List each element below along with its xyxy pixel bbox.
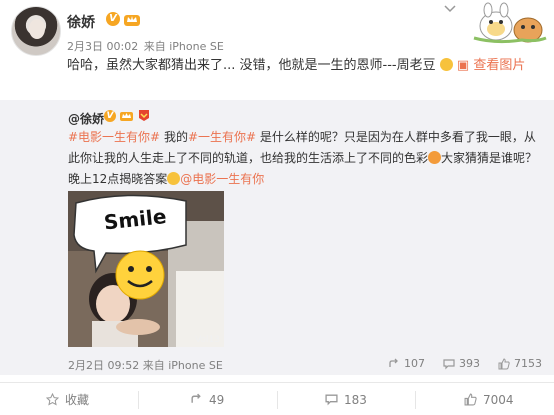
post-source-prefix: 来自: [143, 40, 166, 53]
chevron-down-icon[interactable]: [443, 4, 457, 14]
post-meta: 2月3日 00:02 来自 iPhone SE: [67, 38, 224, 54]
repost-comment-button[interactable]: 393: [443, 357, 480, 370]
forward-icon: [389, 358, 398, 367]
comment-icon: [443, 358, 455, 369]
repost-forward-count: 107: [404, 357, 425, 370]
like-icon: [498, 357, 510, 369]
divider: [415, 391, 416, 409]
topic-tag-yishengyouni[interactable]: #一生有你#: [188, 130, 256, 144]
post-source[interactable]: iPhone SE: [169, 40, 224, 53]
shy-emoji-icon: [167, 172, 181, 185]
comment-button[interactable]: 183: [325, 383, 367, 415]
repost-text-a: 我的: [160, 130, 188, 144]
repost-meta: 2月2日 09:52 来自 iPhone SE: [68, 357, 223, 373]
repost-source[interactable]: iPhone SE: [168, 359, 223, 372]
repost-source-prefix: 来自: [142, 359, 165, 372]
repost-comment-count: 393: [459, 357, 480, 370]
verified-icon: V: [106, 12, 120, 26]
repost-text: #电影一生有你# 我的#一生有你# 是什么样的呢？只是因为在人群中多看了我一眼，…: [68, 127, 542, 190]
comment-icon: [325, 394, 338, 406]
photo-watermark: Vol13: [195, 335, 220, 345]
forward-icon: [191, 393, 201, 403]
divider: [138, 391, 139, 409]
repost-photo[interactable]: Smile Vol13: [68, 191, 224, 347]
repost-crown-icon: [120, 112, 133, 121]
action-bar: 收藏 49 183 7004: [0, 382, 554, 415]
photo-illustration: Smile: [68, 191, 224, 347]
sun-emoji-icon: [439, 58, 453, 71]
crown-icon: [124, 15, 140, 26]
favorite-icon: [46, 393, 59, 406]
repost-like-count: 7153: [514, 357, 542, 370]
post-text: 哈哈，虽然大家都猜出来了... 没错，他就是一生的恩师---周老豆 ▣ 查看图片: [67, 55, 537, 76]
like-count: 7004: [483, 392, 514, 407]
divider: [277, 391, 278, 409]
favorite-label: 收藏: [65, 393, 90, 407]
view-image-link[interactable]: ▣ 查看图片: [457, 58, 525, 73]
repost-author[interactable]: @徐娇: [68, 110, 104, 127]
post-header: 徐娇 V 2月3日 00:02 来自 iPhone SE 哈哈，虽然大家都猜出来…: [0, 0, 554, 100]
post-author[interactable]: 徐娇: [67, 12, 95, 32]
repost-date[interactable]: 2月2日 09:52: [68, 359, 139, 372]
avatar[interactable]: [11, 6, 61, 56]
repost-actions: 107 393 7153: [388, 357, 542, 370]
love-emoji-icon: [428, 151, 442, 164]
favorite-button[interactable]: 收藏: [46, 383, 89, 415]
repost-badge-icon: [139, 110, 149, 121]
like-icon: [464, 393, 477, 406]
post-text-main: 哈哈，虽然大家都猜出来了... 没错，他就是一生的恩师---周老豆: [67, 58, 436, 73]
topic-tag-movie[interactable]: #电影一生有你#: [68, 130, 160, 144]
repost-verified-icon: V: [104, 110, 116, 122]
like-button[interactable]: 7004: [464, 383, 514, 415]
forward-count: 49: [209, 392, 225, 407]
cartoon-decoration: [473, 2, 547, 44]
repost-forward-button[interactable]: 107: [388, 357, 425, 370]
post-date[interactable]: 2月3日 00:02: [67, 40, 138, 53]
forward-button[interactable]: 49: [190, 383, 224, 415]
mention-link[interactable]: @电影一生有你: [180, 172, 264, 186]
repost-like-button[interactable]: 7153: [498, 357, 542, 370]
comment-count: 183: [344, 392, 367, 407]
